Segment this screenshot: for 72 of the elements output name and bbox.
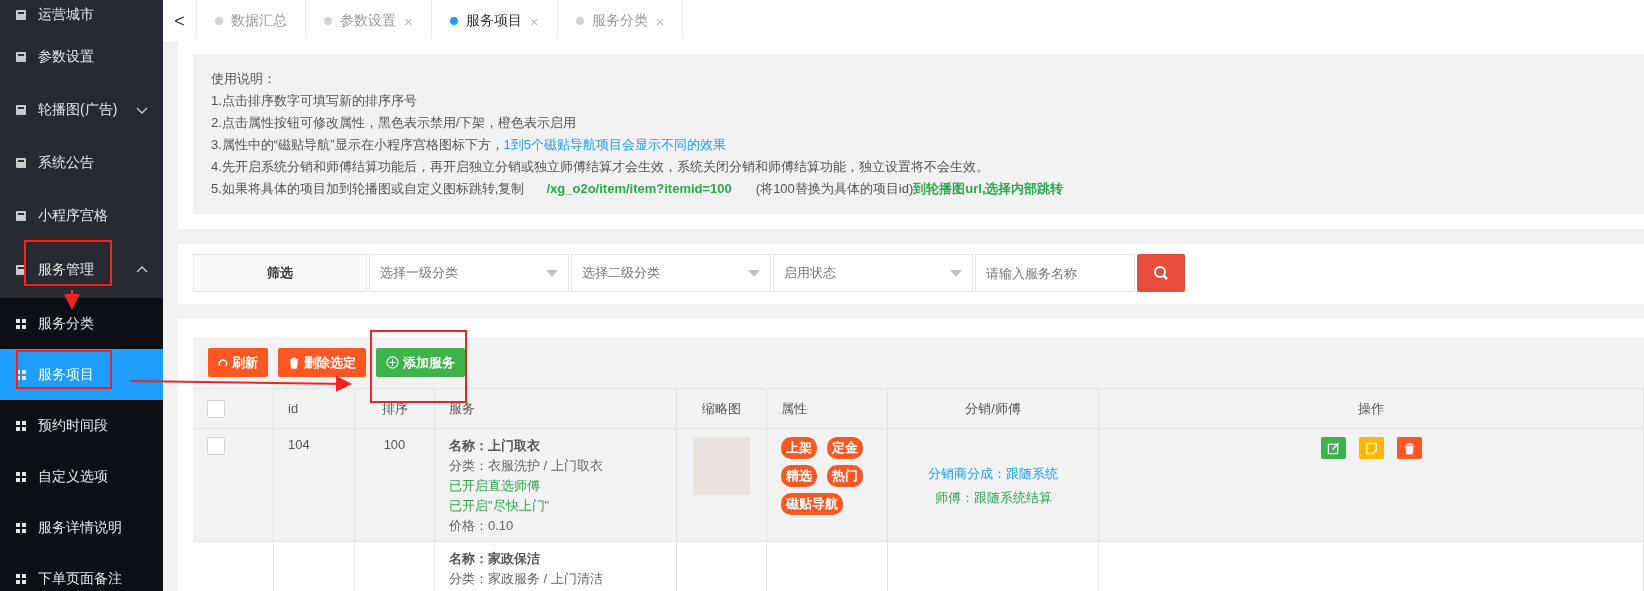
search-button[interactable]	[1137, 254, 1185, 292]
edit-button[interactable]	[1320, 437, 1346, 459]
refresh-icon	[218, 357, 228, 368]
sidebar-item[interactable]: 服务管理	[0, 242, 163, 298]
search-icon	[1153, 265, 1169, 281]
instruction-text: 4.先开启系统分销和师傅结算功能后，再开启独立分销或独立师傅结算才会生效，系统关闭分销和师傅结算功能，独立设置将不会生效。	[211, 158, 990, 176]
column-header: 属性	[781, 399, 807, 418]
sidebar-item[interactable]: 轮播图(广告)	[0, 83, 163, 136]
service-detail: 分类：家政服务 / 上门清洁	[449, 570, 603, 588]
sidebar-subitem[interactable]: 预约时间段	[0, 400, 163, 451]
trash-icon	[288, 356, 300, 369]
service-detail: 已开启直选师傅	[449, 477, 540, 495]
attribute-tag[interactable]: 上架	[781, 437, 817, 459]
search-field[interactable]: 请输入服务名称	[975, 254, 1135, 292]
column-header: id	[288, 401, 299, 416]
column-header: 服务	[449, 399, 475, 418]
instruction-text: 1.点击排序数字可填写新的排序序号	[211, 92, 418, 110]
service-detail: 名称：上门取衣	[449, 437, 540, 455]
refresh-button[interactable]: 刷新	[208, 348, 268, 377]
plus-circle-icon	[386, 356, 399, 369]
dot-icon	[575, 17, 584, 25]
select-all-checkbox[interactable]	[207, 399, 225, 418]
column-header: 操作	[1358, 399, 1384, 418]
service-detail: 价格：0.10	[449, 517, 514, 535]
column-header: 排序	[381, 399, 408, 418]
grid-icon	[14, 316, 28, 331]
row-checkbox[interactable]	[207, 437, 225, 455]
building-icon	[14, 8, 28, 22]
sidebar-item[interactable]: 小程序宫格	[0, 189, 163, 242]
dot-icon	[215, 17, 223, 25]
distribution-text: 分销商分成：跟随系统	[928, 465, 1058, 483]
edit-icon	[1326, 441, 1340, 455]
delete-button[interactable]: 删除选定	[278, 348, 366, 377]
attribute-tag[interactable]: 精选	[781, 465, 817, 487]
instruction-text: 5.如果将具体的项目加到轮播图或自定义图标跳转,复制 /xg_o2o/item/item?itemid=100 (将100替换为具体的项目id)到轮播图url,选择内部跳转	[211, 180, 1065, 198]
note-icon	[1364, 441, 1378, 455]
select-field[interactable]: 启用状态	[773, 254, 973, 292]
select-field[interactable]: 选择一级分类	[369, 254, 569, 292]
dropdown-icon	[748, 269, 760, 277]
service-detail: 已开启"尽快上门"	[449, 497, 550, 515]
sidebar-item[interactable]: 参数设置	[0, 30, 163, 83]
delete-button[interactable]	[1396, 437, 1422, 459]
dot-icon	[449, 17, 458, 25]
distribution-text: 师傅：跟随系统结算	[934, 489, 1052, 507]
instruction-text: 使用说明：	[211, 70, 277, 88]
sidebar-item[interactable]: 系统公告	[0, 136, 163, 189]
annotation-arrow	[64, 289, 80, 310]
select-field[interactable]: 选择二级分类	[571, 254, 771, 292]
column-header: 分销/师傅	[965, 399, 1021, 418]
sidebar-subitem[interactable]: 服务项目	[0, 349, 163, 400]
attribute-tag[interactable]: 热门	[827, 465, 863, 487]
sidebar-subitem[interactable]: 服务详情说明	[0, 502, 163, 553]
table-cell: 104	[288, 437, 310, 452]
sidebar-subitem[interactable]: 服务分类	[0, 298, 163, 349]
sidebar-subitem[interactable]: 下单页面备注	[0, 553, 163, 591]
dropdown-icon	[950, 269, 962, 277]
service-detail: 分类：衣服洗护 / 上门取衣	[449, 457, 603, 475]
attribute-tag[interactable]: 定金	[827, 437, 863, 459]
filter-label: 筛选	[193, 254, 367, 292]
column-header: 缩略图	[702, 399, 741, 418]
add-button[interactable]: 添加服务	[376, 348, 465, 377]
instruction-text: 2.点击属性按钮可修改属性，黑色表示禁用/下架，橙色表示启用	[211, 114, 578, 132]
sidebar-subitem[interactable]: 自定义选项	[0, 451, 163, 502]
sort-number[interactable]: 100	[383, 437, 406, 452]
trash-icon	[1402, 441, 1416, 455]
attribute-tag[interactable]: 磁贴导航	[781, 493, 843, 515]
service-detail: 名称：家政保洁	[449, 550, 540, 568]
instruction-text: 3.属性中的“磁贴导航”显示在小程序宫格图标下方，1到5个磁贴导航项目会显示不同的效果	[211, 136, 727, 154]
note-button[interactable]	[1358, 437, 1384, 459]
sidebar-item[interactable]: 运营城市	[0, 0, 163, 30]
dot-icon	[324, 17, 332, 25]
dropdown-icon	[546, 269, 558, 277]
